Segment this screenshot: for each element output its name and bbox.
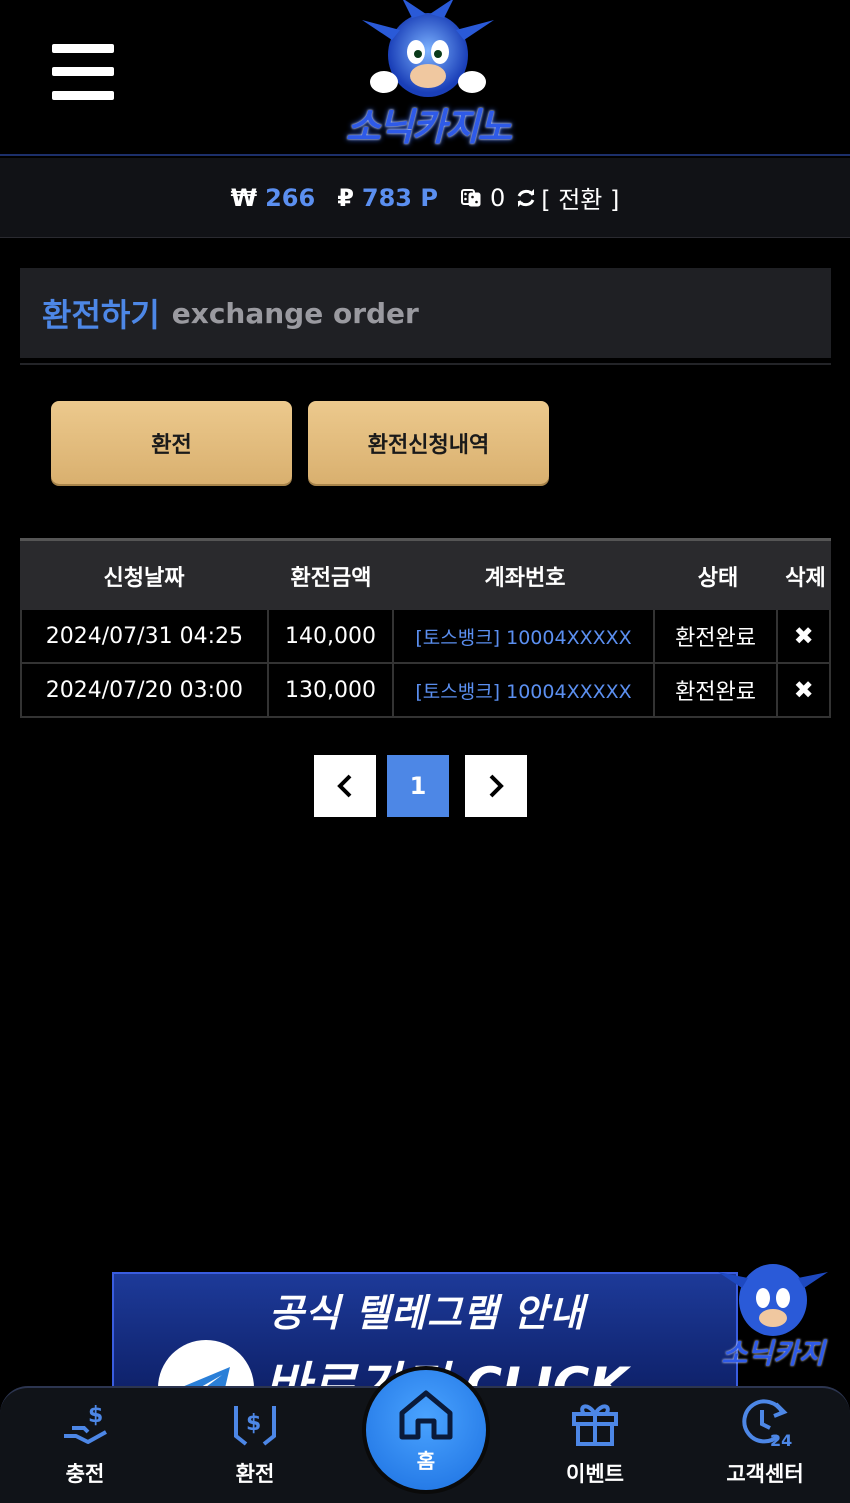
won-icon: ₩: [230, 183, 258, 212]
prev-page-button[interactable]: [314, 755, 376, 817]
divider: [20, 363, 831, 365]
header: 소닉카지노: [0, 0, 850, 156]
won-balance: ₩ 266: [231, 184, 316, 212]
logo[interactable]: 소닉카지노: [322, 0, 534, 150]
convert-label: [ 전환 ]: [541, 186, 620, 214]
chevron-left-icon: [337, 774, 352, 798]
header-status: 상태: [697, 565, 739, 591]
mascot-text: 소닉카지: [721, 1337, 825, 1370]
row-amount: 140,000: [269, 610, 395, 662]
banner-title: 공식 텔레그램 안내: [268, 1291, 586, 1335]
nav-exchange-label: 환전: [235, 1462, 275, 1486]
nav-support-label: 고객센터: [726, 1462, 804, 1486]
row-date: 2024/07/31 04:25: [22, 610, 269, 662]
charge-icon: $: [64, 1403, 107, 1444]
next-page-button[interactable]: [465, 755, 527, 817]
svg-text:$: $: [246, 1411, 261, 1436]
delete-button[interactable]: ✖: [778, 664, 829, 716]
page-title-kr: 환전하기: [42, 296, 160, 334]
row-account: [토스뱅크] 10004XXXXX: [394, 664, 655, 716]
row-status: 환전완료: [655, 664, 779, 716]
table-row: 2024/07/20 03:00 130,000 [토스뱅크] 10004XXX…: [20, 664, 831, 718]
banner-mascot: 소닉카지: [710, 1250, 836, 1370]
close-icon: ✖: [793, 676, 814, 704]
nav-exchange[interactable]: $ 환전: [190, 1396, 320, 1496]
point-value: 783 P: [361, 183, 438, 212]
nav-event[interactable]: 이벤트: [530, 1396, 660, 1496]
nav-charge-label: 충전: [65, 1462, 105, 1486]
logo-text: 소닉카지노: [345, 105, 513, 149]
table-header: 신청날짜 환전금액 계좌번호 상태 삭제: [20, 538, 831, 610]
gift-icon: [572, 1404, 618, 1446]
header-date: 신청날짜: [103, 565, 185, 591]
mascot-icon: [362, 0, 494, 97]
exchange-icon: $: [234, 1406, 276, 1446]
table-row: 2024/07/31 04:25 140,000 [토스뱅크] 10004XXX…: [20, 610, 831, 664]
dice-value: 0: [489, 183, 506, 212]
row-amount: 130,000: [269, 664, 395, 716]
row-account: [토스뱅크] 10004XXXXX: [394, 610, 655, 662]
header-account: 계좌번호: [484, 565, 566, 591]
header-delete: 삭제: [785, 565, 826, 591]
exchange-button[interactable]: 환전: [51, 401, 292, 484]
nav-charge[interactable]: $ 충전: [20, 1396, 150, 1496]
home-icon: [399, 1390, 453, 1439]
close-icon: ✖: [793, 622, 814, 650]
dice-balance: 0: [460, 184, 505, 212]
convert-button[interactable]: [ 전환 ]: [515, 180, 619, 215]
page-number-button[interactable]: 1: [387, 755, 449, 817]
nav-event-label: 이벤트: [566, 1462, 624, 1486]
exchange-history-button[interactable]: 환전신청내역: [308, 401, 549, 484]
refresh-icon: [517, 188, 535, 207]
page-title-en: exchange order: [171, 296, 419, 330]
svg-text:$: $: [88, 1403, 103, 1428]
exchange-table: 신청날짜 환전금액 계좌번호 상태 삭제 2024/07/31 04:25 14…: [20, 538, 831, 718]
dice-icon: [460, 188, 481, 206]
chevron-right-icon: [489, 774, 504, 798]
won-value: 266: [265, 183, 316, 212]
row-date: 2024/07/20 03:00: [22, 664, 269, 716]
menu-icon[interactable]: [52, 44, 114, 100]
point-icon: ₽: [337, 183, 354, 212]
nav-home-label: 홈: [416, 1448, 436, 1473]
page-title: 환전하기 exchange order: [20, 268, 831, 358]
point-balance: ₽ 783 P: [337, 184, 438, 212]
nav-support[interactable]: 24 고객센터: [700, 1396, 830, 1496]
row-status: 환전완료: [655, 610, 779, 662]
svg-text:24: 24: [770, 1431, 792, 1450]
nav-home[interactable]: 홈: [362, 1366, 490, 1494]
balance-bar: ₩ 266 ₽ 783 P 0 [ 전환 ]: [0, 158, 850, 238]
delete-button[interactable]: ✖: [778, 610, 829, 662]
support-24-icon: 24: [742, 1399, 792, 1450]
header-amount: 환전금액: [290, 565, 372, 591]
